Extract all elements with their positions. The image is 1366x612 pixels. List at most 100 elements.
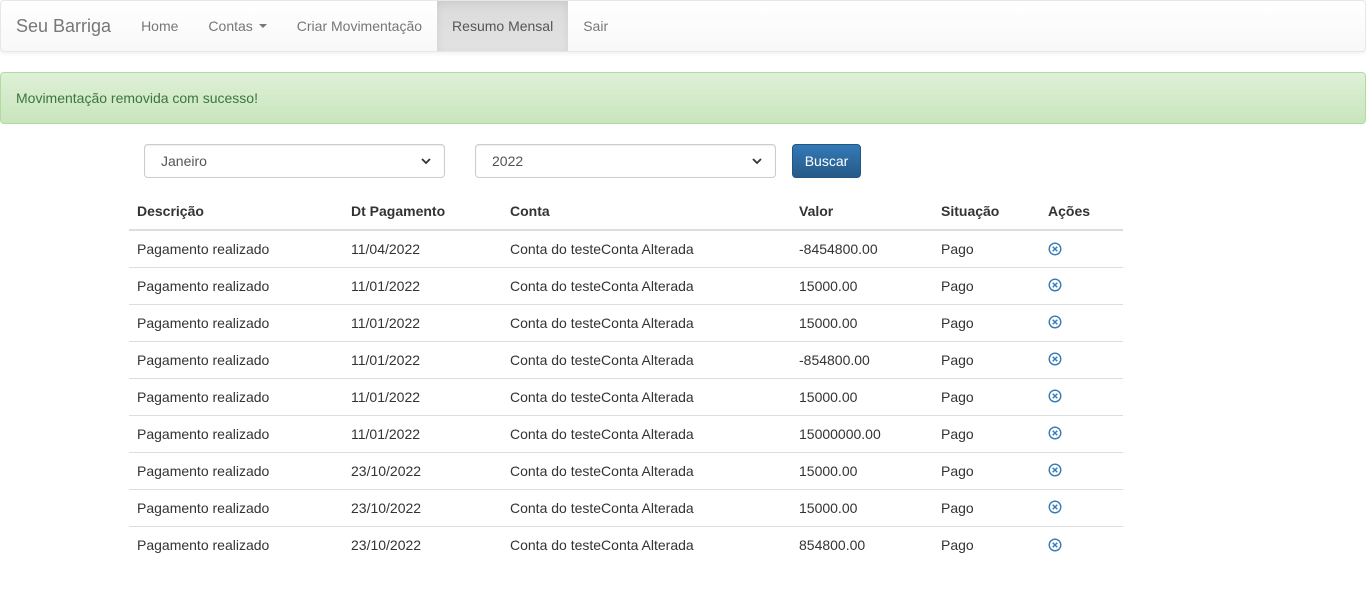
chevron-down-icon <box>421 158 431 165</box>
search-button[interactable]: Buscar <box>792 144 861 178</box>
nav-sair-label: Sair <box>583 18 609 34</box>
cell-acoes <box>1040 266 1123 304</box>
nav-sair[interactable]: Sair <box>568 1 623 51</box>
cell-dt-pagamento: 23/10/2022 <box>343 525 502 563</box>
cell-valor: 854800.00 <box>791 525 933 563</box>
cell-situacao: Pago <box>933 266 1040 304</box>
remove-circle-icon[interactable] <box>1048 352 1062 366</box>
cell-acoes <box>1040 414 1123 452</box>
cell-acoes <box>1040 451 1123 489</box>
cell-valor: -8454800.00 <box>799 240 878 257</box>
cell-acoes <box>1040 303 1123 341</box>
nav-contas-label: Contas <box>208 18 253 34</box>
cell-descricao: Pagamento realizado <box>129 340 343 378</box>
header-acoes: Ações <box>1040 192 1123 231</box>
table-row: Pagamento realizado 11/01/2022 Conta do te… <box>129 377 1123 415</box>
cell-conta: Conta do testeConta Alterada <box>502 303 791 341</box>
cell-situacao: Pago <box>933 377 1040 415</box>
nav-criar-movimentacao[interactable]: Criar Movimentação <box>282 1 437 51</box>
cell-valor: 15000.00 <box>791 451 933 489</box>
cell-conta: Conta do testeConta Alterada <box>502 266 791 304</box>
cell-acoes <box>1040 377 1123 415</box>
month-select[interactable]: Janeiro <box>144 144 445 178</box>
nav-resumo-mensal[interactable]: Resumo Mensal <box>437 1 569 51</box>
cell-valor: 15000000.00 <box>791 414 933 452</box>
cell-dt-pagamento: 23/10/2022 <box>343 488 502 526</box>
cell-conta: Conta do testeConta Alterada <box>510 240 694 257</box>
chevron-down-icon <box>752 158 762 165</box>
cell-situacao: Pago <box>933 414 1040 452</box>
table-row: Pagamento realizado 11/04/2022 Conta do te… <box>129 230 1123 267</box>
cell-valor: 15000.00 <box>791 303 933 341</box>
cell-acoes <box>1040 525 1123 563</box>
cell-conta: Conta do testeConta Alterada <box>502 414 791 452</box>
brand-link[interactable]: Seu Barriga <box>1 1 126 51</box>
nav-criar-movimentacao-label: Criar Movimentação <box>296 18 423 34</box>
cell-valor: 15000.00 <box>791 377 933 415</box>
cell-descricao: Pagamento realizado <box>129 303 343 341</box>
cell-valor: -854800.00 <box>791 340 933 378</box>
table-row: Pagamento realizado 23/10/2022 Conta do te… <box>129 451 1123 489</box>
remove-circle-icon[interactable] <box>1048 278 1062 292</box>
cell-acoes <box>1040 488 1123 526</box>
remove-circle-icon[interactable] <box>1048 389 1062 403</box>
cell-conta: Conta do testeConta Alterada <box>502 451 791 489</box>
remove-circle-icon[interactable] <box>1048 426 1062 440</box>
nav-contas-dropdown[interactable]: Contas <box>193 1 281 51</box>
table-row: Pagamento realizado 11/01/2022 Conta do te… <box>129 340 1123 378</box>
cell-acoes <box>1040 230 1123 267</box>
success-alert: Movimentação removida com sucesso! <box>0 72 1366 124</box>
cell-descricao: Pagamento realizado <box>129 488 343 526</box>
cell-situacao: Pago <box>933 525 1040 563</box>
nav-home-label: Home <box>141 18 179 34</box>
remove-circle-icon[interactable] <box>1048 242 1062 256</box>
cell-situacao: Pago <box>933 340 1040 378</box>
remove-circle-icon[interactable] <box>1048 463 1062 477</box>
cell-descricao: Pagamento realizado <box>129 414 343 452</box>
table-header-row: Descrição Dt Pagamento Conta Valor Situa… <box>129 192 1123 231</box>
cell-acoes <box>1040 340 1123 378</box>
remove-circle-icon[interactable] <box>1048 315 1062 329</box>
filter-form: Janeiro 2022 Buscar <box>144 144 861 178</box>
cell-situacao: Pago <box>941 240 974 257</box>
year-select[interactable]: 2022 <box>475 144 776 178</box>
cell-dt-pagamento: 11/01/2022 <box>343 377 502 415</box>
cell-situacao: Pago <box>933 488 1040 526</box>
cell-situacao: Pago <box>933 303 1040 341</box>
cell-situacao: Pago <box>933 451 1040 489</box>
table-row: Pagamento realizado 23/10/2022 Conta do te… <box>129 525 1123 563</box>
year-select-value: 2022 <box>492 153 524 169</box>
cell-conta: Conta do testeConta Alterada <box>502 340 791 378</box>
cell-descricao: Pagamento realizado <box>129 525 343 563</box>
cell-dt-pagamento: 23/10/2022 <box>343 451 502 489</box>
month-select-value: Janeiro <box>161 153 207 169</box>
caret-down-icon <box>258 24 267 28</box>
table-row: Pagamento realizado 23/10/2022 Conta do te… <box>129 488 1123 526</box>
header-situacao: Situação <box>933 192 1040 231</box>
alert-message: Movimentação removida com sucesso! <box>16 90 258 106</box>
cell-dt-pagamento: 11/01/2022 <box>343 266 502 304</box>
header-dt-pagamento: Dt Pagamento <box>343 192 502 231</box>
cell-descricao: Pagamento realizado <box>129 377 343 415</box>
cell-descricao: Pagamento realizado <box>129 266 343 304</box>
monthly-summary-table: Descrição Dt Pagamento Conta Valor Situa… <box>129 192 1123 563</box>
remove-circle-icon[interactable] <box>1048 500 1062 514</box>
cell-dt-pagamento: 11/01/2022 <box>343 303 502 341</box>
header-valor: Valor <box>791 192 933 231</box>
table-row: Pagamento realizado 11/01/2022 Conta do te… <box>129 303 1123 341</box>
cell-descricao: Pagamento realizado <box>137 240 270 257</box>
table-row: Pagamento realizado 11/01/2022 Conta do te… <box>129 266 1123 304</box>
navbar: Seu Barriga Home Contas Criar Movimentaç… <box>0 0 1366 52</box>
cell-valor: 15000.00 <box>791 266 933 304</box>
cell-descricao: Pagamento realizado <box>129 451 343 489</box>
nav-home[interactable]: Home <box>126 1 193 51</box>
nav-resumo-mensal-label: Resumo Mensal <box>452 18 554 34</box>
cell-conta: Conta do testeConta Alterada <box>502 525 791 563</box>
cell-dt-pagamento: 11/01/2022 <box>343 414 502 452</box>
table-row: Pagamento realizado 11/01/2022 Conta do te… <box>129 414 1123 452</box>
header-descricao: Descrição <box>129 192 343 231</box>
remove-circle-icon[interactable] <box>1048 538 1062 552</box>
cell-conta: Conta do testeConta Alterada <box>502 488 791 526</box>
header-conta: Conta <box>502 192 791 231</box>
cell-conta: Conta do testeConta Alterada <box>502 377 791 415</box>
